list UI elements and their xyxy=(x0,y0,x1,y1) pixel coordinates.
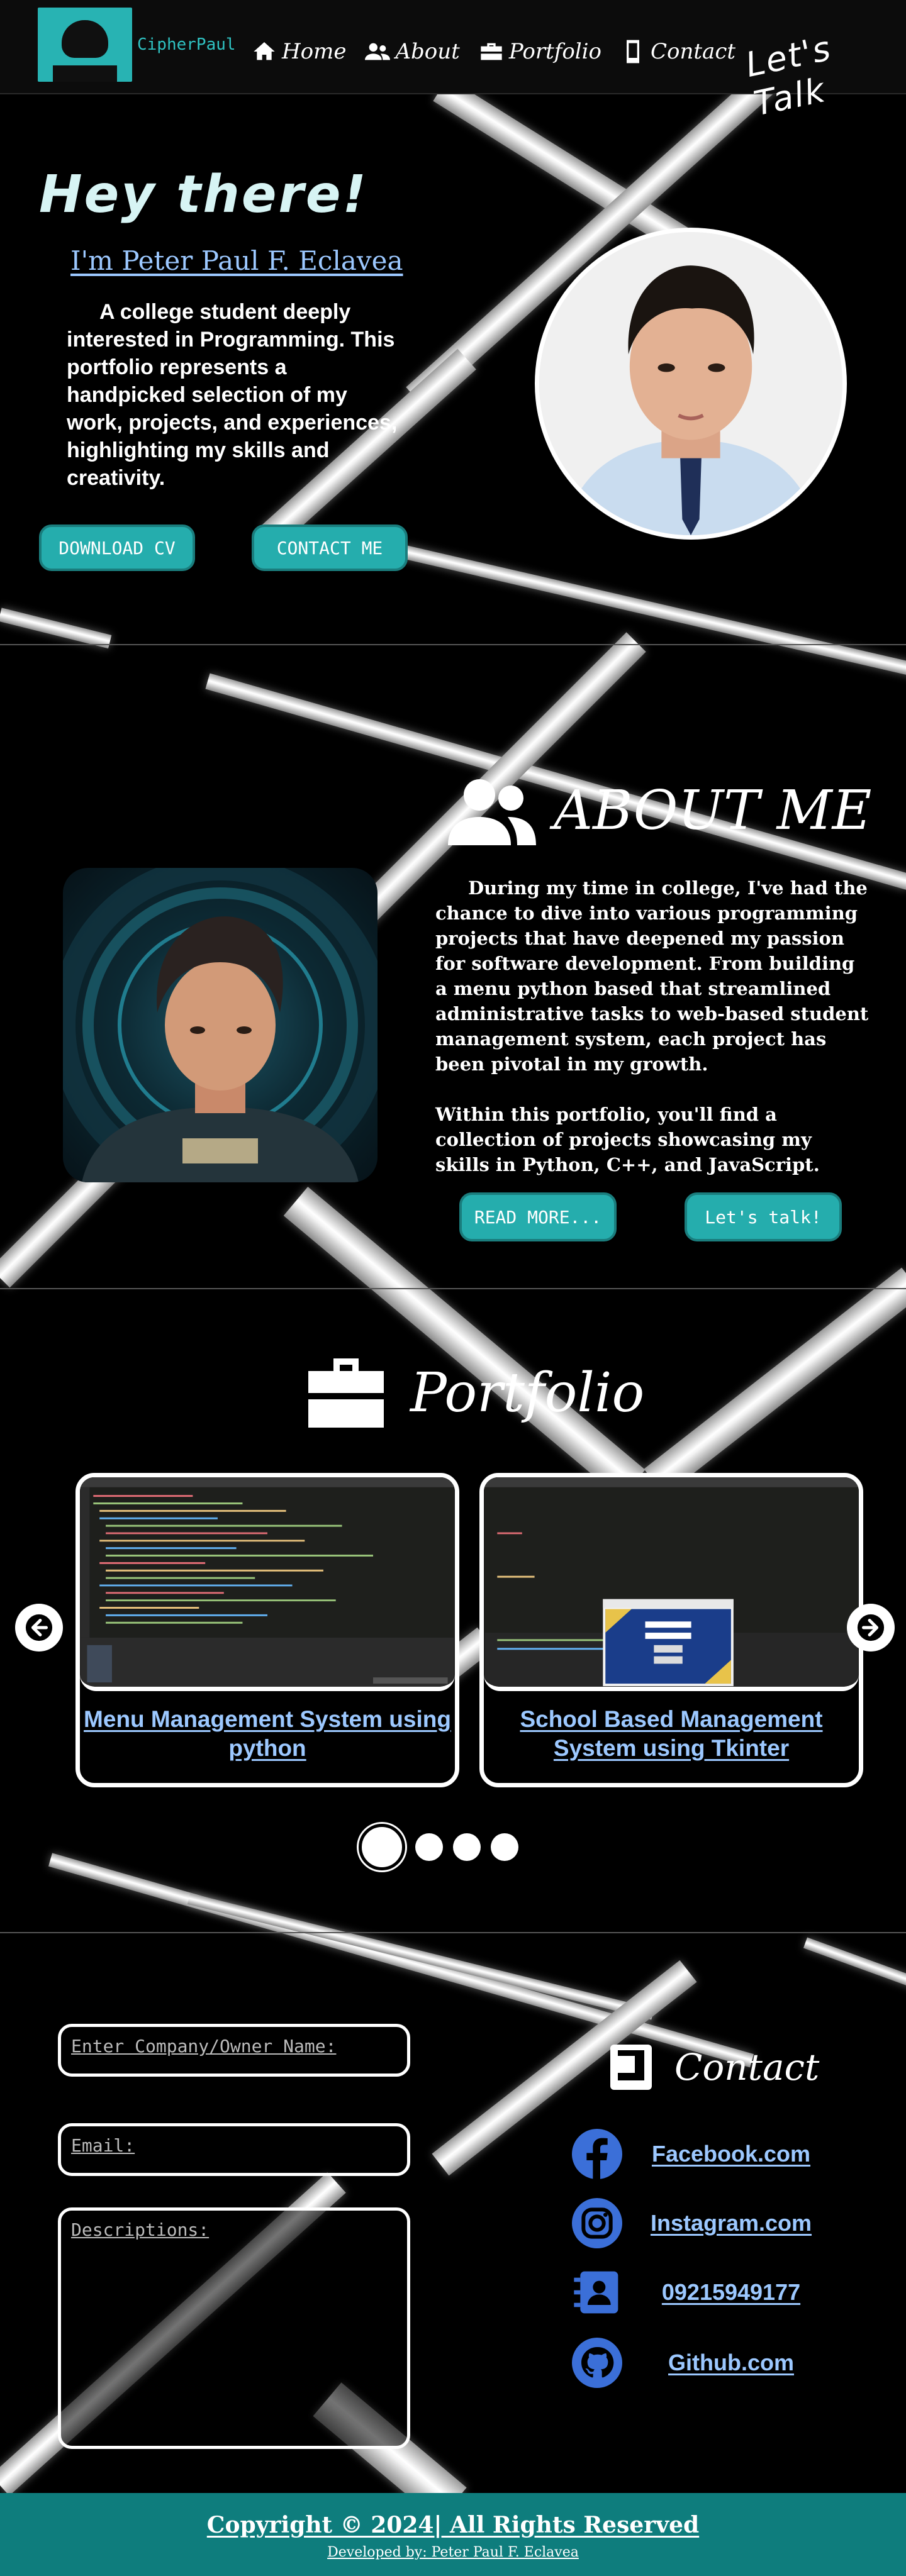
nav-contact-label: Contact xyxy=(651,39,736,64)
hero-section: Hey there! I'm Peter Paul F. Eclavea A c… xyxy=(0,94,906,645)
instagram-label[interactable]: Instagram.com xyxy=(643,2210,819,2236)
portfolio-card-title[interactable]: Menu Management System using python xyxy=(80,1705,455,1763)
download-cv-button[interactable]: DOWNLOAD CV xyxy=(39,525,195,571)
developer-credit: Developed by: Peter Paul F. Eclavea xyxy=(327,2545,579,2560)
top-navbar: CipherPaul Home About Portfolio Contact … xyxy=(0,0,906,124)
read-more-button[interactable]: READ MORE... xyxy=(459,1192,617,1241)
hero-name: I'm Peter Paul F. Eclavea xyxy=(70,245,403,276)
project-screenshot xyxy=(80,1477,455,1691)
carousel-dot-4[interactable] xyxy=(491,1833,518,1861)
nav-portfolio[interactable]: Portfolio xyxy=(479,39,601,64)
laptop-icon xyxy=(53,65,117,82)
brand-logo[interactable] xyxy=(38,8,132,82)
portfolio-card-title[interactable]: School Based Management System using Tki… xyxy=(484,1705,859,1763)
about-photo xyxy=(63,868,378,1182)
about-paragraph-2: Within this portfolio, you'll find a col… xyxy=(435,1104,820,1175)
phone-icon xyxy=(610,2045,652,2090)
github-label[interactable]: Github.com xyxy=(643,2350,819,2376)
brand-name[interactable]: CipherPaul xyxy=(137,35,236,54)
arrow-right-icon xyxy=(857,1614,885,1641)
about-paragraph-1: During my time in college, I've had the … xyxy=(435,877,869,1075)
about-section: ABOUT ME During my time in college, I've… xyxy=(0,645,906,1289)
lets-talk-button[interactable]: Let's talk! xyxy=(685,1192,842,1241)
nav-contact[interactable]: Contact xyxy=(620,39,735,64)
hacker-icon xyxy=(62,20,108,58)
instagram-icon xyxy=(572,2198,622,2248)
copyright-text: Copyright © 2024| All Rights Reserved xyxy=(206,2512,700,2538)
nav-about[interactable]: About xyxy=(365,39,460,64)
carousel-prev-button[interactable] xyxy=(15,1604,63,1652)
carousel-dot-3[interactable] xyxy=(453,1833,481,1861)
main-nav: Home About Portfolio Contact xyxy=(252,33,735,70)
github-icon xyxy=(572,2338,622,2388)
users-icon xyxy=(365,43,391,60)
carousel-dot-2[interactable] xyxy=(415,1833,443,1861)
company-name-input[interactable]: Enter Company/Owner Name: xyxy=(58,2024,410,2077)
github-link[interactable]: Github.com xyxy=(570,2336,794,2390)
contact-me-button[interactable]: CONTACT ME xyxy=(252,525,408,571)
briefcase-icon xyxy=(308,1358,384,1428)
portfolio-heading: Portfolio xyxy=(306,1358,644,1428)
contact-heading: Contact xyxy=(610,2044,819,2090)
facebook-link[interactable]: Facebook.com xyxy=(570,2127,810,2181)
carousel-next-button[interactable] xyxy=(847,1604,895,1652)
site-footer: Copyright © 2024| All Rights Reserved De… xyxy=(0,2493,906,2576)
contact-card-icon xyxy=(574,2271,618,2314)
carousel-dot-1[interactable] xyxy=(359,1824,405,1870)
portfolio-section: Portfolio Menu Management System using p… xyxy=(0,1289,906,1933)
phone-icon xyxy=(627,40,639,64)
email-input[interactable]: Email: xyxy=(58,2123,410,2176)
nav-home-label: Home xyxy=(282,39,347,64)
carousel-dots xyxy=(359,1824,518,1870)
about-description: During my time in college, I've had the … xyxy=(435,875,870,1177)
arrow-left-icon xyxy=(25,1614,53,1641)
instagram-link[interactable]: Instagram.com xyxy=(570,2196,812,2250)
hero-greeting: Hey there! xyxy=(39,165,368,225)
nav-portfolio-label: Portfolio xyxy=(508,39,601,64)
nav-about-label: About xyxy=(395,39,460,64)
portfolio-title: Portfolio xyxy=(410,1362,645,1424)
nav-home[interactable]: Home xyxy=(252,39,346,64)
users-icon xyxy=(448,779,536,845)
project-screenshot xyxy=(484,1477,859,1691)
briefcase-icon xyxy=(481,43,502,60)
home-icon xyxy=(254,42,275,60)
phone-number-link[interactable]: 09215949177 xyxy=(570,2265,800,2319)
portfolio-card[interactable]: Menu Management System using python xyxy=(76,1473,459,1787)
contact-section: Enter Company/Owner Name: Email: Descrip… xyxy=(0,1933,906,2493)
profile-photo xyxy=(535,228,847,540)
phone-number-label[interactable]: 09215949177 xyxy=(643,2279,819,2306)
facebook-label[interactable]: Facebook.com xyxy=(643,2141,819,2167)
hero-description: A college student deeply interested in P… xyxy=(67,300,398,490)
portfolio-card[interactable]: School Based Management System using Tki… xyxy=(479,1473,863,1787)
facebook-icon xyxy=(572,2129,622,2179)
about-heading: ABOUT ME xyxy=(448,776,871,845)
about-title: ABOUT ME xyxy=(554,779,872,842)
contact-title: Contact xyxy=(674,2046,820,2089)
description-textarea[interactable]: Descriptions: xyxy=(58,2207,410,2449)
